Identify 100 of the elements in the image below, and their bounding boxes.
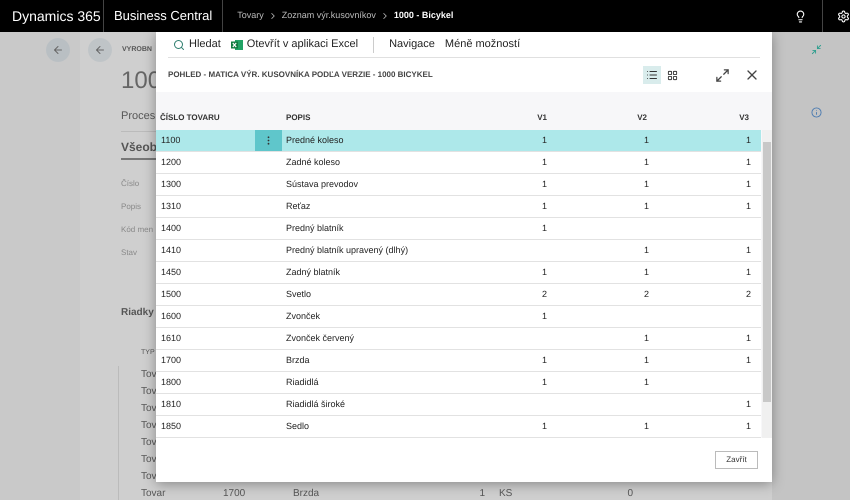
- table-cell-text: 1: [744, 420, 751, 433]
- table-cell-text: 1800: [160, 376, 182, 389]
- table-cell-text: 1: [642, 134, 649, 147]
- toolbar-action[interactable]: Hledat: [168, 32, 226, 57]
- table-cell-text: 1: [744, 398, 751, 411]
- field-label: Číslo: [121, 178, 140, 190]
- table-row[interactable]: 1610 Zvonček červený 1 1: [156, 328, 761, 350]
- table-cell-text: 1: [540, 310, 547, 323]
- table-cell-text: 1: [540, 200, 547, 213]
- breadcrumb-item[interactable]: Zoznam výr.kusovníkov: [282, 9, 376, 23]
- close-button[interactable]: Zavřít: [715, 451, 758, 469]
- table-row[interactable]: 1800 Riadidlá 1 1: [156, 372, 761, 394]
- info-icon[interactable]: [810, 107, 822, 118]
- spreadsheet-icon: [230, 38, 243, 50]
- table-cell-text: Tov: [140, 470, 157, 484]
- table-cell-text: 1850: [160, 420, 182, 433]
- table-cell-text: Svetlo: [285, 288, 312, 301]
- breadcrumb-item[interactable]: Tovary: [237, 9, 264, 23]
- table-row[interactable]: 1400 Predný blatník 1: [156, 218, 761, 240]
- table-cell-text: 1400: [160, 222, 182, 235]
- table-row[interactable]: 1310 Reťaz 1 1 1: [156, 196, 761, 218]
- table-cell-text: 1700: [160, 354, 182, 367]
- table-cell-text: Tov: [140, 436, 157, 450]
- toolbar-action[interactable]: Méně možností: [440, 32, 526, 57]
- table-cell-text: 1: [642, 420, 649, 433]
- column-header[interactable]: ČÍSLO TOVARU: [156, 112, 282, 124]
- table-cell-text: 2: [642, 288, 649, 301]
- table-cell-text: 1: [540, 354, 547, 367]
- column-header[interactable]: POPIS: [282, 112, 462, 124]
- table-cell-text: 1: [744, 200, 751, 213]
- scrollbar[interactable]: [762, 130, 772, 438]
- table-cell-text: 1600: [160, 310, 182, 323]
- breadcrumb-item[interactable]: 1000 - Bicykel: [394, 9, 454, 23]
- back-button[interactable]: [88, 38, 112, 62]
- arrow-left-icon: [94, 44, 106, 56]
- table-cell-text: 1: [744, 134, 751, 147]
- table-cell-text: 1: [540, 376, 547, 389]
- table-row[interactable]: 1200 Zadné koleso 1 1 1: [156, 152, 761, 174]
- column-header[interactable]: V3: [647, 112, 749, 124]
- table-cell-text: Predné koleso: [285, 134, 345, 147]
- toolbar-action[interactable]: Otevřít v aplikaci Excel: [226, 32, 364, 57]
- table-cell-text: 1810: [160, 398, 182, 411]
- table-cell-text: 1: [744, 178, 751, 191]
- table-cell-text: 1: [642, 354, 649, 367]
- table-cell-text: 1: [642, 178, 649, 191]
- table-cell-text: Tov: [140, 385, 157, 399]
- table-cell-text: 1450: [160, 266, 182, 279]
- table-cell-text: Predný blatník upravený (dlhý): [285, 244, 410, 257]
- tiles-view-icon: [666, 70, 678, 80]
- table-row[interactable]: 1850 Sedlo 1 1 1: [156, 416, 761, 438]
- table-cell-text: Zadný blatník: [285, 266, 342, 279]
- table-row[interactable]: 1300 Sústava prevodov 1 1 1: [156, 174, 761, 196]
- table-cell-text: 1: [744, 156, 751, 169]
- column-header[interactable]: V1: [462, 112, 547, 124]
- table-cell-text: Zvonček: [285, 310, 322, 323]
- expand-icon[interactable]: [715, 68, 730, 82]
- table-cell-text: 1610: [160, 332, 182, 345]
- table-cell-text: 0: [626, 487, 633, 500]
- table-cell-text: Riadidlá široké: [285, 398, 346, 411]
- table-row[interactable]: 1500 Svetlo 2 2 2: [156, 284, 761, 306]
- table-cell-text: 1: [540, 134, 547, 147]
- view-toggle[interactable]: [643, 66, 661, 84]
- table-cell-text: 1410: [160, 244, 182, 257]
- table-cell-text: 1700: [223, 487, 246, 500]
- table-cell-text: 1310: [160, 200, 182, 213]
- table-row[interactable]: 1450 Zadný blatník 1 1 1: [156, 262, 761, 284]
- table-cell-text: Tov: [140, 419, 157, 433]
- table-cell-text: 2: [744, 288, 751, 301]
- field-label: Stav: [121, 246, 138, 258]
- table-cell-text: 1: [642, 332, 649, 345]
- back-button[interactable]: [46, 38, 70, 62]
- table-cell-text: Zvonček červený: [285, 332, 356, 345]
- table-cell-text: Brzda: [293, 487, 320, 500]
- arrow-left-icon: [52, 44, 64, 56]
- table-row[interactable]: 1600 Zvonček 1: [156, 306, 761, 328]
- table-cell-text: 1200: [160, 156, 182, 169]
- table-cell-text: Zadné koleso: [285, 156, 342, 169]
- column-header[interactable]: V2: [547, 112, 647, 124]
- table-row[interactable]: 1100 Predné koleso 1 1 1: [156, 130, 761, 152]
- field-label: Kód men: [121, 224, 154, 236]
- table-row[interactable]: 1700 Brzda 1 1 1: [156, 350, 761, 372]
- table-cell-text: 1: [642, 244, 649, 257]
- table-cell-text: Sústava prevodov: [285, 178, 360, 191]
- dialog-title: POHLED - MATICA VÝR. KUSOVNÍKA PODĽA VERZIE - 1000 BICYKEL: [168, 69, 433, 81]
- table-cell-text: 1: [744, 266, 751, 279]
- table-row[interactable]: 1410 Predný blatník upravený (dlhý) 1 1: [156, 240, 761, 262]
- table-cell-text: 1: [744, 244, 751, 257]
- table-cell-text: Riadidlá: [285, 376, 320, 389]
- table-cell-text: Tovar: [140, 487, 166, 500]
- settings-icon[interactable]: [837, 10, 850, 22]
- table-cell-text: 1: [744, 332, 751, 345]
- toolbar-action[interactable]: Navigace: [384, 32, 440, 57]
- table-cell-text: 1: [540, 222, 547, 235]
- table-cell-text: 1: [744, 354, 751, 367]
- table-cell-text: Predný blatník: [285, 222, 345, 235]
- table-cell-text: 1100: [160, 134, 182, 147]
- table-row[interactable]: 1810 Riadidlá široké 1: [156, 394, 761, 416]
- lightbulb-icon[interactable]: [794, 10, 807, 22]
- section-heading[interactable]: Riadky: [121, 304, 154, 320]
- table-cell-text: 1: [540, 420, 547, 433]
